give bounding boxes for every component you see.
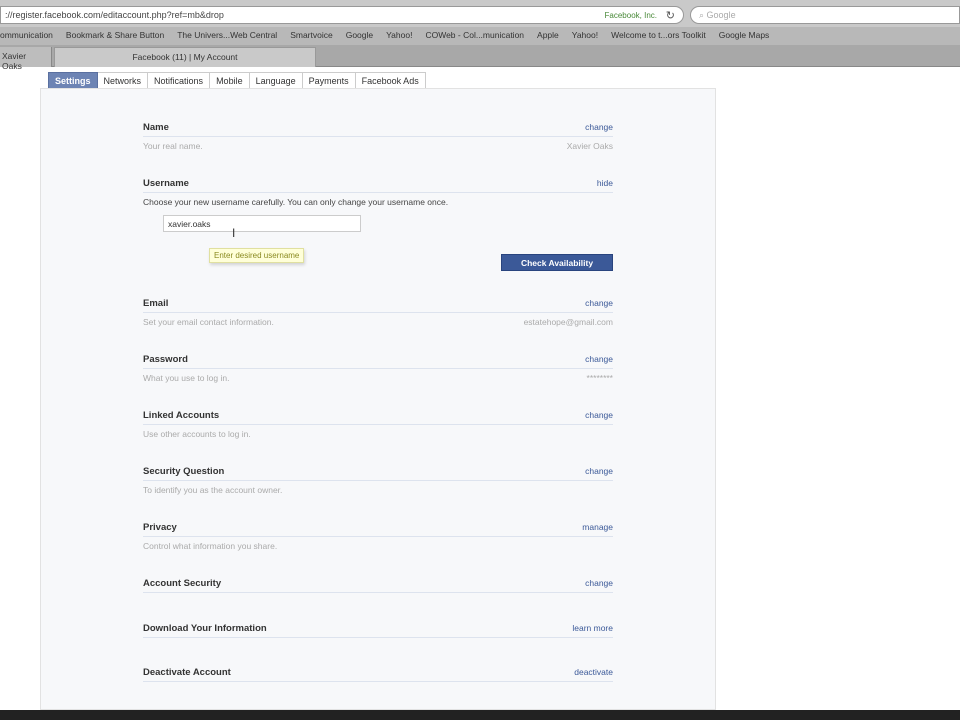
section-value: estatehope@gmail.com (523, 317, 613, 327)
section-deactivate: Deactivate Account deactivate (143, 667, 613, 682)
bookmark[interactable]: Smartvoice (290, 30, 333, 45)
change-link[interactable]: change (585, 410, 613, 421)
section-desc: What you use to log in. (143, 373, 230, 383)
section-title: Name (143, 122, 169, 133)
section-title: Username (143, 178, 189, 189)
section-title: Password (143, 354, 188, 365)
change-link[interactable]: change (585, 578, 613, 589)
bookmark[interactable]: Yahoo! (572, 30, 598, 45)
bookmark[interactable]: Apple (537, 30, 559, 45)
bookmark[interactable]: Welcome to t...ors Toolkit (611, 30, 706, 45)
section-desc: Choose your new username carefully. You … (143, 197, 449, 207)
section-security-question: Security Question change To identify you … (143, 466, 613, 495)
address-bar[interactable]: ://register.facebook.com/editaccount.php… (0, 6, 684, 24)
section-desc: Set your email contact information. (143, 317, 274, 327)
section-desc: Use other accounts to log in. (143, 429, 251, 439)
section-password: Password change What you use to log in. **… (143, 354, 613, 383)
search-placeholder: Google (706, 10, 736, 20)
section-account-security: Account Security change (143, 578, 613, 593)
section-desc: Your real name. (143, 141, 203, 151)
text-cursor-icon: I (232, 226, 236, 240)
section-desc: To identify you as the account owner. (143, 485, 283, 495)
section-title: Deactivate Account (143, 667, 231, 678)
bookmark[interactable]: Yahoo! (386, 30, 412, 45)
bookmark[interactable]: Bookmark & Share Button (66, 30, 164, 45)
tooltip: Enter desired username (209, 248, 305, 263)
section-privacy: Privacy manage Control what information y… (143, 522, 613, 551)
browser-tabs: Xavier Oaks Facebook (11) | My Account (0, 45, 960, 71)
search-icon: ⌕ (699, 10, 707, 20)
bookmarks-bar: ommunication Bookmark & Share Button The… (0, 27, 960, 45)
section-value: Xavier Oaks (566, 141, 613, 151)
site-identity: Facebook, Inc. (604, 11, 657, 20)
change-link[interactable]: change (585, 354, 613, 365)
section-title: Email (143, 298, 169, 309)
section-email: Email change Set your email contact infor… (143, 298, 613, 327)
section-title: Account Security (143, 578, 222, 589)
section-title: Security Question (143, 466, 225, 477)
search-input[interactable]: ⌕ Google (690, 6, 960, 24)
browser-toolbar: ://register.facebook.com/editaccount.php… (0, 0, 960, 27)
url-text: ://register.facebook.com/editaccount.php… (5, 10, 224, 20)
manage-link[interactable]: manage (582, 522, 613, 533)
bookmark[interactable]: Google (346, 30, 373, 45)
section-download-info: Download Your Information learn more (143, 623, 613, 638)
browser-tab-active[interactable]: Facebook (11) | My Account (54, 47, 316, 67)
section-desc: Control what information you share. (143, 541, 278, 551)
section-username: Username hide Choose your new username ca… (143, 178, 613, 278)
bookmark[interactable]: ommunication (0, 30, 53, 45)
section-linked-accounts: Linked Accounts change Use other accounts… (143, 410, 613, 439)
bookmark[interactable]: COWeb - Col...munication (425, 30, 524, 45)
section-title: Download Your Information (143, 623, 267, 634)
settings-panel: Name change Your real name. Xavier Oaks Us… (40, 88, 716, 710)
bottom-strip (0, 710, 960, 720)
username-input[interactable]: xavier.oaks (163, 215, 361, 232)
reload-icon[interactable]: ↻ (666, 9, 675, 22)
change-link[interactable]: change (585, 122, 613, 133)
change-link[interactable]: change (585, 466, 613, 477)
section-name: Name change Your real name. Xavier Oaks (143, 122, 613, 151)
change-link[interactable]: change (585, 298, 613, 309)
browser-tab[interactable]: Xavier Oaks (0, 47, 52, 71)
bookmark[interactable]: The Univers...Web Central (177, 30, 277, 45)
hide-link[interactable]: hide (597, 178, 613, 189)
section-title: Linked Accounts (143, 410, 220, 421)
deactivate-link[interactable]: deactivate (574, 667, 613, 678)
check-availability-button[interactable]: Check Availability (501, 254, 613, 271)
bookmark[interactable]: Google Maps (719, 30, 770, 45)
section-value: ******** (586, 373, 613, 383)
section-title: Privacy (143, 522, 177, 533)
learn-more-link[interactable]: learn more (572, 623, 613, 634)
